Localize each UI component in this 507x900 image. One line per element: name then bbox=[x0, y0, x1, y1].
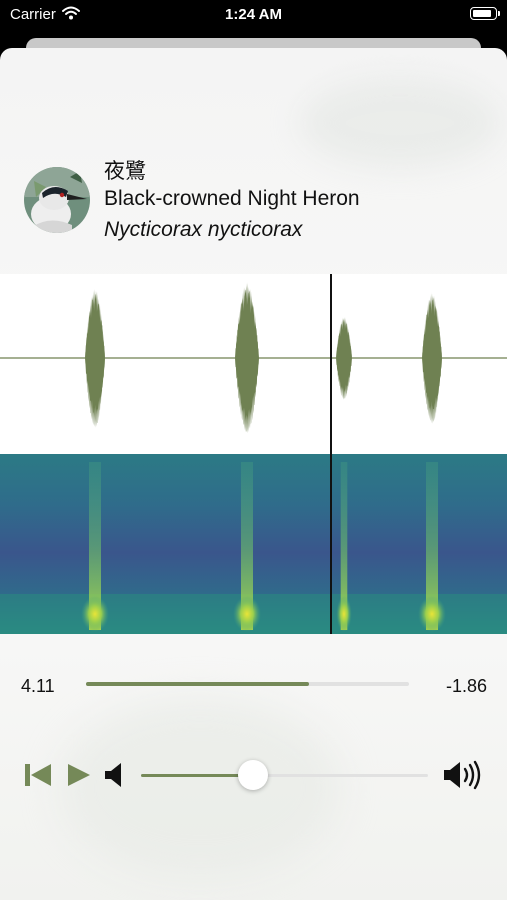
species-avatar bbox=[24, 167, 90, 233]
spectrogram-hotspot bbox=[336, 596, 352, 632]
background-blur bbox=[300, 78, 500, 168]
volume-slider[interactable] bbox=[141, 760, 428, 790]
battery-icon bbox=[470, 7, 500, 20]
status-time: 1:24 AM bbox=[225, 6, 282, 23]
spectrogram-hotspot bbox=[233, 596, 261, 632]
species-common-name: Black-crowned Night Heron bbox=[104, 187, 360, 210]
volume-fill bbox=[141, 774, 253, 777]
progress-bar[interactable] bbox=[86, 682, 409, 686]
species-scientific-name: Nycticorax nycticorax bbox=[104, 218, 303, 241]
elapsed-time: 4.11 bbox=[21, 676, 55, 696]
waveform[interactable] bbox=[0, 274, 507, 454]
spectrogram-hotspot bbox=[81, 596, 109, 632]
battery-level bbox=[473, 10, 491, 17]
species-chinese-name: 夜鷺 bbox=[104, 160, 146, 183]
progress-fill bbox=[86, 682, 309, 686]
volume-knob[interactable] bbox=[237, 760, 268, 790]
remaining-time: -1.86 bbox=[445, 676, 487, 696]
skip-back-icon[interactable] bbox=[24, 763, 52, 787]
volume-low-icon bbox=[105, 763, 121, 787]
player-sheet: 夜鷺 Black-crowned Night Heron Nycticorax … bbox=[0, 48, 507, 900]
status-bar: Carrier 1:24 AM bbox=[0, 0, 507, 30]
volume-high-icon bbox=[444, 760, 481, 790]
spectrogram-hotspot bbox=[418, 596, 446, 632]
playhead[interactable] bbox=[330, 274, 332, 634]
play-icon[interactable] bbox=[67, 763, 91, 787]
spectrogram[interactable] bbox=[0, 454, 507, 634]
background-blur bbox=[60, 698, 340, 878]
